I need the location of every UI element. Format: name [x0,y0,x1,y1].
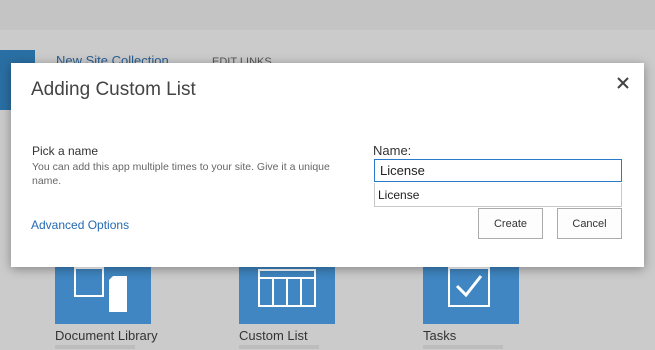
top-bar [0,0,655,30]
field-title: Pick a name [32,144,99,158]
app-label-custom-list[interactable]: Custom List [239,328,308,343]
app-description-document-library [55,345,135,349]
app-tile-custom-list[interactable] [239,258,335,324]
cancel-button[interactable]: Cancel [557,208,622,239]
app-description-tasks [423,345,503,349]
add-app-dialog: Adding Custom List Pick a name You can a… [11,63,644,267]
create-button[interactable]: Create [478,208,543,239]
close-icon [617,77,629,89]
app-description-custom-list [239,345,319,349]
close-button[interactable] [614,74,632,92]
app-tile-document-library[interactable] [55,258,151,324]
app-tile-tasks[interactable] [423,258,519,324]
tasks-icon [448,267,490,307]
app-label-document-library[interactable]: Document Library [55,328,158,343]
document-library-icon [74,267,127,312]
autocomplete-dropdown: License [374,183,622,207]
advanced-options-link[interactable]: Advanced Options [31,218,129,232]
custom-list-icon [258,269,316,307]
field-description: You can add this app multiple times to y… [32,161,330,187]
name-input[interactable] [374,159,622,182]
autocomplete-suggestion[interactable]: License [378,188,419,202]
name-label: Name: [373,143,412,158]
dialog-title: Adding Custom List [31,79,196,100]
app-label-tasks[interactable]: Tasks [423,328,456,343]
